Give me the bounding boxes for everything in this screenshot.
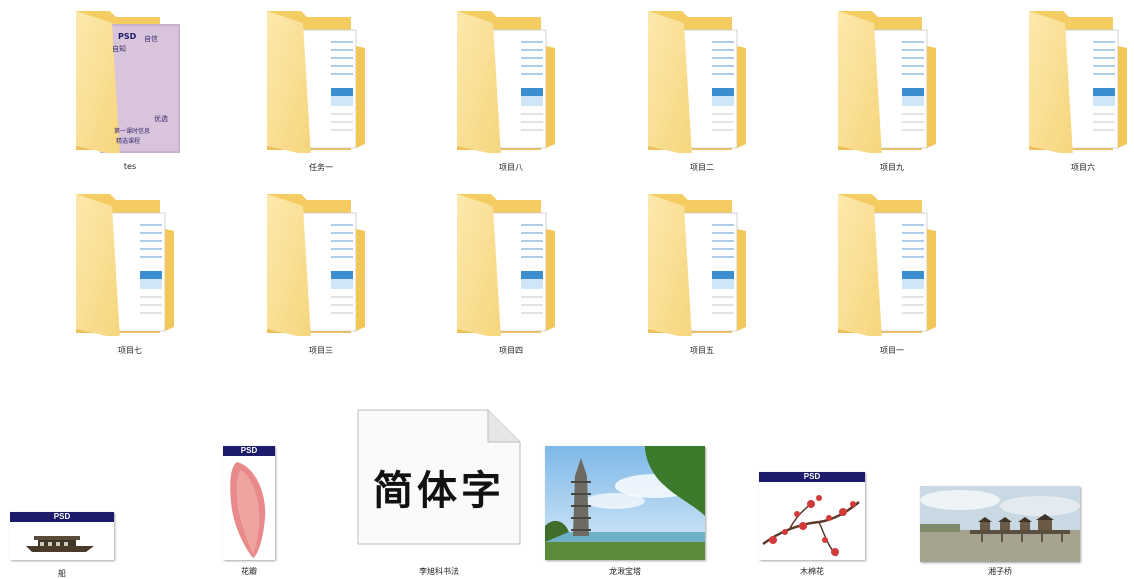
psd-badge: PSD — [223, 446, 275, 456]
file-label: 木棉花 — [800, 567, 824, 576]
preview-subtitle: 自知 — [112, 45, 126, 53]
folder-label: 项目九 — [880, 163, 904, 172]
file-label: 船 — [58, 569, 66, 578]
folder-label: tes — [123, 162, 137, 171]
folder-item[interactable]: 项目六 — [1023, 8, 1133, 173]
file-label: 湘子桥 — [988, 567, 1012, 576]
pagoda-photo — [545, 446, 705, 560]
preview-footer-1: 第一课时信息 — [114, 128, 151, 135]
file-item[interactable]: PSD 花瓣 — [218, 446, 280, 576]
folder-label: 项目二 — [690, 163, 714, 172]
folder-label: 项目一 — [880, 346, 904, 355]
folder-item[interactable]: 项目四 — [451, 191, 571, 356]
folder-icon — [838, 194, 936, 336]
kapok-flower-image — [762, 495, 860, 557]
folder-icon — [648, 11, 746, 153]
preview-caption: 优选 — [154, 115, 168, 123]
preview-title: 自信 — [144, 35, 158, 43]
psd-badge: PSD — [10, 512, 114, 522]
folder-icon — [648, 194, 746, 336]
folder-item[interactable]: 项目八 — [451, 8, 571, 173]
boat-image — [26, 536, 94, 552]
folder-item[interactable]: 项目七 — [70, 191, 190, 356]
folder-label: 项目六 — [1071, 163, 1095, 172]
file-item[interactable]: 龙湫宝塔 — [544, 446, 706, 576]
preview-footer-2: 精选课程 — [116, 138, 141, 145]
folder-icon — [267, 11, 365, 153]
psd-thumbnail: PSD — [759, 472, 865, 560]
folder-icon — [76, 194, 174, 336]
folder-label: 项目七 — [118, 346, 142, 355]
folder-icon — [1029, 11, 1127, 153]
psd-thumbnail: PSD — [223, 446, 275, 560]
folder-icon — [457, 11, 555, 153]
folder-item[interactable]: 项目九 — [832, 8, 952, 173]
folder-item[interactable]: 项目二 — [642, 8, 762, 173]
folder-label: 项目三 — [309, 346, 333, 355]
file-item[interactable]: 湘子桥 — [918, 486, 1082, 576]
file-item[interactable]: PSD 木棉花 — [757, 472, 867, 576]
file-label: 花瓣 — [241, 567, 257, 576]
psd-badge: PSD — [759, 472, 865, 482]
calligraphy-sample: 简体字 — [373, 467, 505, 514]
folder-item[interactable]: 项目五 — [642, 191, 762, 356]
folder-label: 项目八 — [499, 163, 523, 172]
file-label: 龙湫宝塔 — [609, 567, 641, 576]
file-item[interactable]: PSD 船 — [8, 512, 116, 578]
folder-label: 任务一 — [309, 163, 333, 172]
folder-item[interactable]: PSD 自信 自知 优选 第一课时信息 精选课程 tes — [70, 8, 190, 173]
folder-label: 项目四 — [499, 346, 523, 355]
folder-icon — [267, 194, 365, 336]
folder-item[interactable]: 项目三 — [261, 191, 381, 356]
bridge-photo — [920, 486, 1080, 562]
file-item[interactable]: 简体字 李旭科书法 — [356, 408, 522, 576]
psd-badge: PSD — [118, 32, 137, 41]
petal-image — [230, 462, 266, 558]
folder-item[interactable]: 任务一 — [261, 8, 381, 173]
file-label: 李旭科书法 — [419, 567, 459, 576]
folder-item[interactable]: 项目一 — [832, 191, 952, 356]
psd-thumbnail: PSD — [10, 512, 114, 560]
folder-label: 项目五 — [690, 346, 714, 355]
folder-icon — [838, 11, 936, 153]
folder-icon — [457, 194, 555, 336]
